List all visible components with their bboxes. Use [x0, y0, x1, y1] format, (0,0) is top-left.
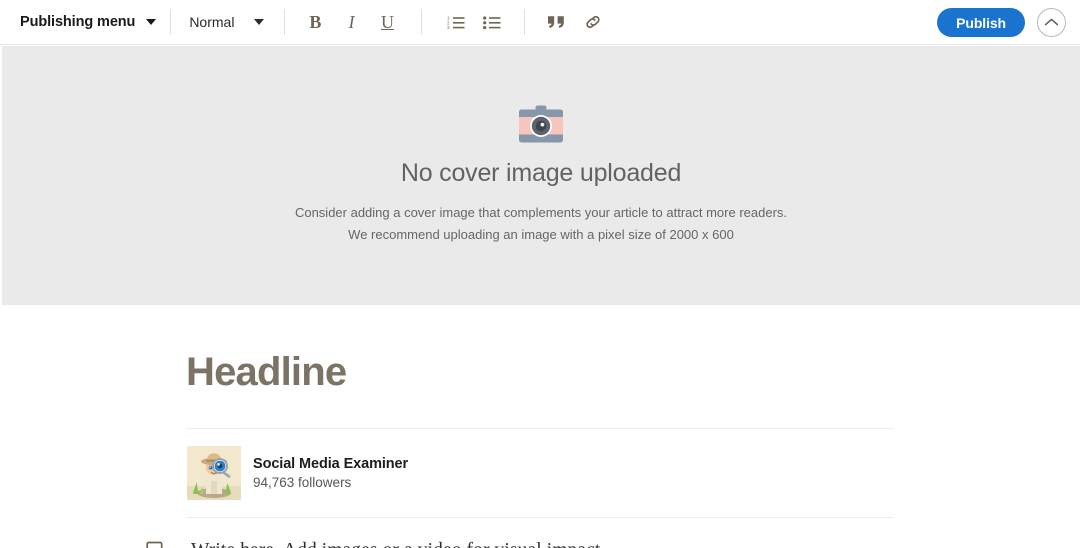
cover-subtitle-line-1: Consider adding a cover image that compl…: [294, 204, 788, 220]
author-followers: 94,763 followers: [253, 475, 352, 490]
publish-button[interactable]: Publish: [937, 8, 1025, 37]
author-row[interactable]: Social Media Examiner 94,763 followers: [186, 429, 894, 517]
editor-toolbar: Publishing menu Normal B I U 1 2 3 Publi…: [0, 0, 1080, 45]
text-format-group: B I U: [297, 8, 405, 36]
bullet-list-button[interactable]: [478, 8, 506, 36]
collapse-toolbar-button[interactable]: [1037, 8, 1066, 37]
numbered-list-button[interactable]: 1 2 3: [442, 8, 470, 36]
cover-image-placeholder[interactable]: No cover image uploaded Consider adding …: [2, 46, 1080, 305]
divider-below-author: [186, 517, 894, 518]
text-style-select[interactable]: Normal: [183, 12, 266, 32]
link-button[interactable]: [579, 8, 607, 36]
quote-button[interactable]: [543, 8, 571, 36]
italic-button[interactable]: I: [338, 8, 364, 36]
article-editor-app: Publishing menu Normal B I U 1 2 3 Publi…: [0, 0, 1080, 548]
body-text-input[interactable]: Write here. Add images or a video for vi…: [191, 540, 605, 548]
toolbar-separator: [524, 9, 526, 35]
cover-placeholder-title: No cover image uploaded: [400, 158, 682, 187]
list-group: 1 2 3: [438, 8, 510, 36]
publishing-menu-label: Publishing menu: [20, 14, 136, 30]
author-meta: Social Media Examiner 94,763 followers: [253, 456, 408, 490]
chevron-up-icon: [1044, 18, 1059, 26]
underline-button[interactable]: U: [374, 8, 400, 36]
toolbar-right-actions: Publish: [937, 0, 1066, 45]
toolbar-separator: [284, 9, 286, 35]
bold-button[interactable]: B: [302, 8, 328, 36]
chevron-down-icon: [254, 19, 265, 25]
article-editor-body: Headline Social Media Examiner 94,763 fo…: [146, 305, 894, 548]
text-style-label: Normal: [189, 14, 235, 30]
toolbar-separator: [170, 9, 172, 35]
svg-text:3: 3: [447, 25, 450, 30]
author-name: Social Media Examiner: [253, 456, 409, 472]
chevron-down-icon: [146, 19, 157, 25]
camera-icon: [517, 105, 565, 145]
toolbar-separator: [421, 9, 423, 35]
body-placeholder-row: Write here. Add images or a video for vi…: [146, 540, 906, 548]
avatar: [187, 446, 241, 500]
add-block-icon[interactable]: [146, 540, 168, 548]
insert-group: [539, 8, 611, 36]
publishing-menu-button[interactable]: Publishing menu: [18, 12, 158, 32]
cover-subtitle-line-2: We recommend uploading an image with a p…: [348, 227, 734, 242]
headline-input[interactable]: Headline: [186, 350, 894, 394]
cover-placeholder-subtitle: Consider adding a cover image that compl…: [295, 202, 787, 247]
